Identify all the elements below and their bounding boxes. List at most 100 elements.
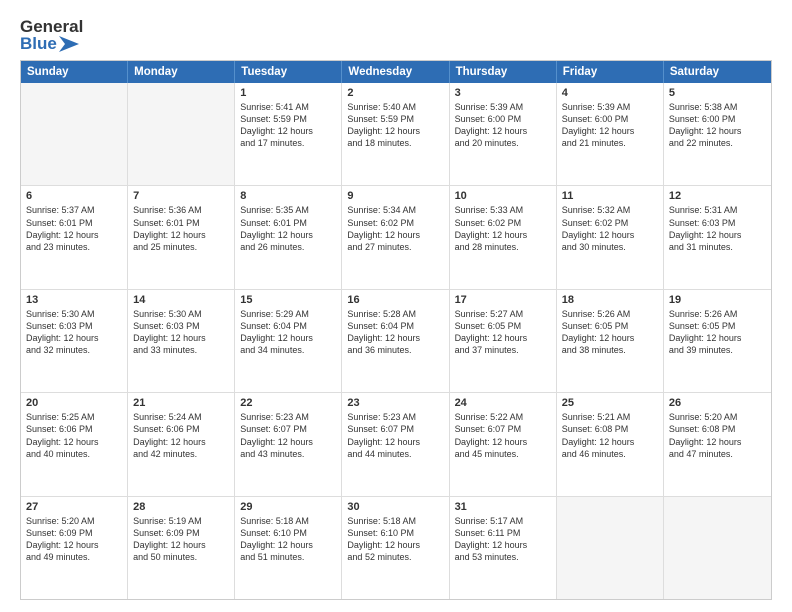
day-number: 26 — [669, 397, 766, 409]
day-number: 3 — [455, 87, 551, 99]
day-cell-31: 31 Sunrise: 5:17 AMSunset: 6:11 PMDayligh… — [450, 497, 557, 599]
day-number: 14 — [133, 294, 229, 306]
empty-cell — [664, 497, 771, 599]
day-cell-8: 8 Sunrise: 5:35 AMSunset: 6:01 PMDaylight… — [235, 186, 342, 288]
day-cell-15: 15 Sunrise: 5:29 AMSunset: 6:04 PMDayligh… — [235, 290, 342, 392]
logo-general-text: General — [20, 18, 83, 35]
day-number: 28 — [133, 501, 229, 513]
day-details: Sunrise: 5:28 AMSunset: 6:04 PMDaylight:… — [347, 308, 443, 357]
day-details: Sunrise: 5:20 AMSunset: 6:08 PMDaylight:… — [669, 411, 766, 460]
day-details: Sunrise: 5:24 AMSunset: 6:06 PMDaylight:… — [133, 411, 229, 460]
day-details: Sunrise: 5:27 AMSunset: 6:05 PMDaylight:… — [455, 308, 551, 357]
header-day-friday: Friday — [557, 61, 664, 83]
day-cell-6: 6Sunrise: 5:37 AMSunset: 6:01 PMDaylight… — [21, 186, 128, 288]
calendar-week-5: 27 Sunrise: 5:20 AMSunset: 6:09 PMDayligh… — [21, 497, 771, 599]
day-cell-12: 12Sunrise: 5:31 AMSunset: 6:03 PMDayligh… — [664, 186, 771, 288]
day-number: 19 — [669, 294, 766, 306]
day-details: Sunrise: 5:37 AMSunset: 6:01 PMDaylight:… — [26, 204, 122, 253]
day-details: Sunrise: 5:29 AMSunset: 6:04 PMDaylight:… — [240, 308, 336, 357]
day-cell-7: 7 Sunrise: 5:36 AMSunset: 6:01 PMDaylight… — [128, 186, 235, 288]
header-day-thursday: Thursday — [450, 61, 557, 83]
logo: General Blue — [20, 18, 83, 52]
day-cell-17: 17 Sunrise: 5:27 AMSunset: 6:05 PMDayligh… — [450, 290, 557, 392]
day-details: Sunrise: 5:23 AMSunset: 6:07 PMDaylight:… — [347, 411, 443, 460]
day-cell-20: 20 Sunrise: 5:25 AMSunset: 6:06 PMDayligh… — [21, 393, 128, 495]
header-day-saturday: Saturday — [664, 61, 771, 83]
header-day-monday: Monday — [128, 61, 235, 83]
page: General Blue SundayMondayTuesdayWednesda… — [0, 0, 792, 612]
day-details: Sunrise: 5:20 AMSunset: 6:09 PMDaylight:… — [26, 515, 122, 564]
day-details: Sunrise: 5:25 AMSunset: 6:06 PMDaylight:… — [26, 411, 122, 460]
day-details: Sunrise: 5:39 AMSunset: 6:00 PMDaylight:… — [455, 101, 551, 150]
header-day-sunday: Sunday — [21, 61, 128, 83]
day-number: 8 — [240, 190, 336, 202]
day-cell-3: 3 Sunrise: 5:39 AMSunset: 6:00 PMDaylight… — [450, 83, 557, 185]
day-number: 5 — [669, 87, 766, 99]
day-cell-27: 27 Sunrise: 5:20 AMSunset: 6:09 PMDayligh… — [21, 497, 128, 599]
day-details: Sunrise: 5:41 AMSunset: 5:59 PMDaylight:… — [240, 101, 336, 150]
day-cell-30: 30 Sunrise: 5:18 AMSunset: 6:10 PMDayligh… — [342, 497, 449, 599]
day-number: 7 — [133, 190, 229, 202]
day-number: 25 — [562, 397, 658, 409]
day-details: Sunrise: 5:32 AMSunset: 6:02 PMDaylight:… — [562, 204, 658, 253]
day-details: Sunrise: 5:36 AMSunset: 6:01 PMDaylight:… — [133, 204, 229, 253]
logo-wrapper: General Blue — [20, 18, 83, 52]
day-details: Sunrise: 5:26 AMSunset: 6:05 PMDaylight:… — [669, 308, 766, 357]
day-number: 17 — [455, 294, 551, 306]
day-number: 31 — [455, 501, 551, 513]
day-details: Sunrise: 5:30 AMSunset: 6:03 PMDaylight:… — [133, 308, 229, 357]
header: General Blue — [20, 18, 772, 52]
day-cell-16: 16Sunrise: 5:28 AMSunset: 6:04 PMDayligh… — [342, 290, 449, 392]
day-cell-19: 19 Sunrise: 5:26 AMSunset: 6:05 PMDayligh… — [664, 290, 771, 392]
day-cell-13: 13 Sunrise: 5:30 AMSunset: 6:03 PMDayligh… — [21, 290, 128, 392]
logo-arrow-icon — [59, 36, 79, 52]
day-details: Sunrise: 5:35 AMSunset: 6:01 PMDaylight:… — [240, 204, 336, 253]
day-cell-18: 18Sunrise: 5:26 AMSunset: 6:05 PMDayligh… — [557, 290, 664, 392]
day-cell-1: 1 Sunrise: 5:41 AMSunset: 5:59 PMDaylight… — [235, 83, 342, 185]
day-number: 4 — [562, 87, 658, 99]
day-number: 1 — [240, 87, 336, 99]
day-details: Sunrise: 5:30 AMSunset: 6:03 PMDaylight:… — [26, 308, 122, 357]
logo-blue-text: Blue — [20, 35, 57, 52]
day-details: Sunrise: 5:39 AMSunset: 6:00 PMDaylight:… — [562, 101, 658, 150]
empty-cell — [557, 497, 664, 599]
day-cell-10: 10Sunrise: 5:33 AMSunset: 6:02 PMDayligh… — [450, 186, 557, 288]
header-day-wednesday: Wednesday — [342, 61, 449, 83]
day-cell-24: 24Sunrise: 5:22 AMSunset: 6:07 PMDayligh… — [450, 393, 557, 495]
day-details: Sunrise: 5:26 AMSunset: 6:05 PMDaylight:… — [562, 308, 658, 357]
day-number: 20 — [26, 397, 122, 409]
day-number: 30 — [347, 501, 443, 513]
day-number: 15 — [240, 294, 336, 306]
day-cell-25: 25 Sunrise: 5:21 AMSunset: 6:08 PMDayligh… — [557, 393, 664, 495]
day-details: Sunrise: 5:22 AMSunset: 6:07 PMDaylight:… — [455, 411, 551, 460]
day-details: Sunrise: 5:17 AMSunset: 6:11 PMDaylight:… — [455, 515, 551, 564]
day-number: 27 — [26, 501, 122, 513]
logo-blue-row: Blue — [20, 35, 83, 52]
day-details: Sunrise: 5:38 AMSunset: 6:00 PMDaylight:… — [669, 101, 766, 150]
calendar: SundayMondayTuesdayWednesdayThursdayFrid… — [20, 60, 772, 600]
day-cell-14: 14 Sunrise: 5:30 AMSunset: 6:03 PMDayligh… — [128, 290, 235, 392]
day-number: 9 — [347, 190, 443, 202]
day-number: 10 — [455, 190, 551, 202]
day-number: 11 — [562, 190, 658, 202]
day-cell-2: 2Sunrise: 5:40 AMSunset: 5:59 PMDaylight… — [342, 83, 449, 185]
day-cell-11: 11 Sunrise: 5:32 AMSunset: 6:02 PMDayligh… — [557, 186, 664, 288]
empty-cell — [128, 83, 235, 185]
day-details: Sunrise: 5:18 AMSunset: 6:10 PMDaylight:… — [347, 515, 443, 564]
day-number: 2 — [347, 87, 443, 99]
header-day-tuesday: Tuesday — [235, 61, 342, 83]
day-number: 22 — [240, 397, 336, 409]
day-details: Sunrise: 5:18 AMSunset: 6:10 PMDaylight:… — [240, 515, 336, 564]
calendar-week-1: 1 Sunrise: 5:41 AMSunset: 5:59 PMDaylight… — [21, 83, 771, 186]
day-number: 29 — [240, 501, 336, 513]
day-cell-23: 23 Sunrise: 5:23 AMSunset: 6:07 PMDayligh… — [342, 393, 449, 495]
calendar-week-4: 20 Sunrise: 5:25 AMSunset: 6:06 PMDayligh… — [21, 393, 771, 496]
day-details: Sunrise: 5:34 AMSunset: 6:02 PMDaylight:… — [347, 204, 443, 253]
day-number: 21 — [133, 397, 229, 409]
day-number: 23 — [347, 397, 443, 409]
day-cell-4: 4 Sunrise: 5:39 AMSunset: 6:00 PMDaylight… — [557, 83, 664, 185]
day-cell-5: 5 Sunrise: 5:38 AMSunset: 6:00 PMDaylight… — [664, 83, 771, 185]
day-details: Sunrise: 5:21 AMSunset: 6:08 PMDaylight:… — [562, 411, 658, 460]
day-number: 13 — [26, 294, 122, 306]
logo-text: General Blue — [20, 18, 83, 52]
